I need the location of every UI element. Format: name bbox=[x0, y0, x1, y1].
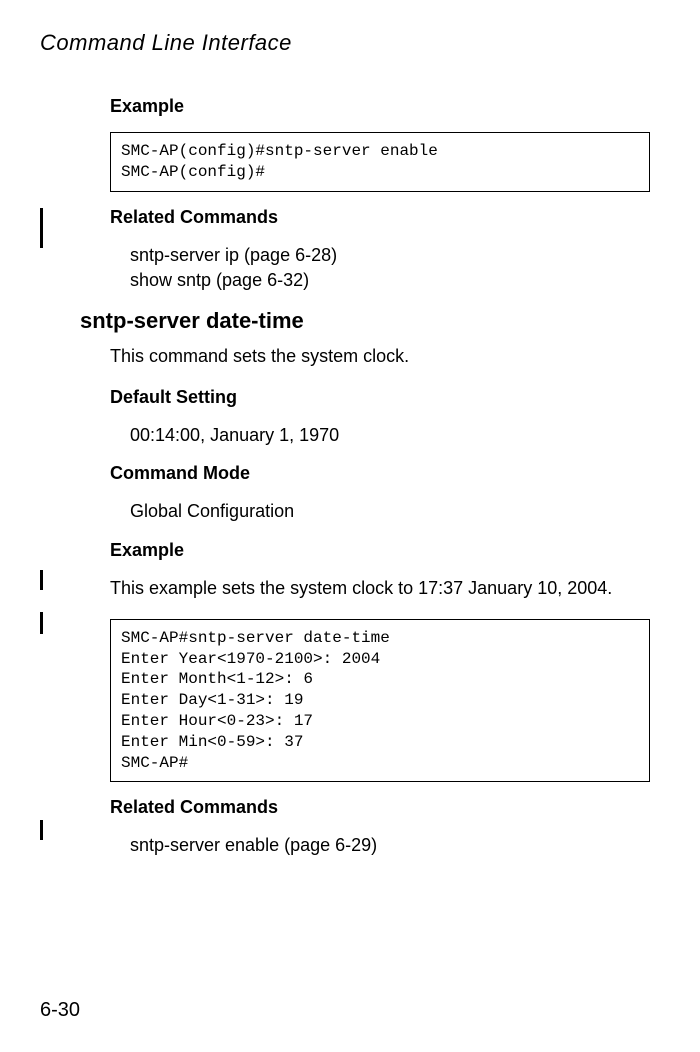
example-label-1: Example bbox=[110, 96, 650, 117]
change-bar bbox=[40, 820, 43, 840]
command-description: This command sets the system clock. bbox=[110, 344, 650, 369]
default-setting-label: Default Setting bbox=[110, 387, 650, 408]
example-intro: This example sets the system clock to 17… bbox=[110, 576, 650, 601]
content-area: Example SMC-AP(config)#sntp-server enabl… bbox=[110, 96, 650, 858]
command-mode-value: Global Configuration bbox=[130, 499, 650, 524]
command-heading: sntp-server date-time bbox=[80, 308, 650, 334]
related-commands-label-2: Related Commands bbox=[110, 797, 650, 818]
related-commands-list-2: sntp-server enable (page 6-29) bbox=[130, 833, 650, 858]
example-label-2: Example bbox=[110, 540, 650, 561]
code-block-2: SMC-AP#sntp-server date-time Enter Year<… bbox=[110, 619, 650, 783]
change-bar bbox=[40, 208, 43, 248]
page-header: Command Line Interface bbox=[40, 30, 650, 56]
related-command-item: sntp-server enable (page 6-29) bbox=[130, 833, 650, 858]
related-command-item: sntp-server ip (page 6-28) bbox=[130, 243, 650, 268]
related-command-item: show sntp (page 6-32) bbox=[130, 268, 650, 293]
change-bar bbox=[40, 612, 43, 634]
command-mode-label: Command Mode bbox=[110, 463, 650, 484]
code-block-1: SMC-AP(config)#sntp-server enable SMC-AP… bbox=[110, 132, 650, 192]
related-commands-list-1: sntp-server ip (page 6-28) show sntp (pa… bbox=[130, 243, 650, 293]
default-setting-value: 00:14:00, January 1, 1970 bbox=[130, 423, 650, 448]
related-commands-label-1: Related Commands bbox=[110, 207, 650, 228]
page-number: 6-30 bbox=[40, 999, 80, 1022]
change-bar bbox=[40, 570, 43, 590]
